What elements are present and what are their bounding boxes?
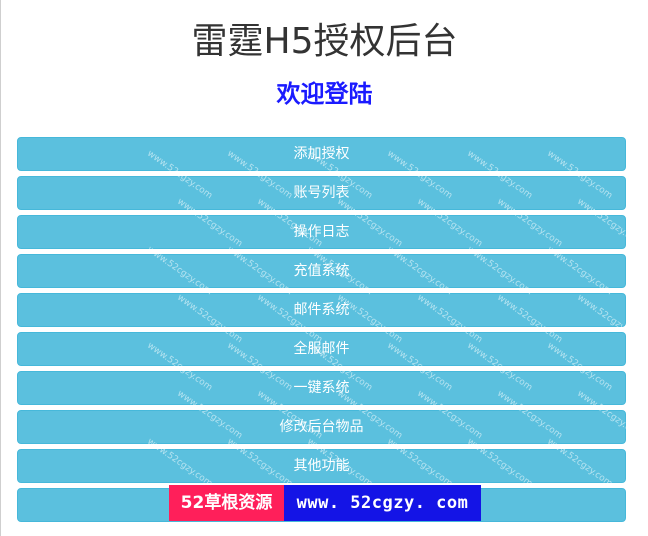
recharge-system-button[interactable]: 充值系统 [17, 254, 626, 288]
banner-url-text: www. 52cgzy. com [284, 485, 481, 521]
watermark-banner: 52草根资源 www. 52cgzy. com [169, 485, 481, 521]
welcome-subtitle: 欢迎登陆 [276, 80, 373, 108]
account-list-button[interactable]: 账号列表 [17, 176, 626, 210]
operation-log-button[interactable]: 操作日志 [17, 215, 626, 249]
banner-logo-text: 52草根资源 [169, 485, 284, 521]
server-wide-mail-button[interactable]: 全服邮件 [17, 332, 626, 366]
one-click-system-button[interactable]: 一键系统 [17, 371, 626, 405]
menu-list: 添加授权 账号列表 操作日志 充值系统 邮件系统 全服邮件 一键系统 修改后台物… [17, 137, 626, 527]
mail-system-button[interactable]: 邮件系统 [17, 293, 626, 327]
modify-backend-items-button[interactable]: 修改后台物品 [17, 410, 626, 444]
other-functions-button[interactable]: 其他功能 [17, 449, 626, 483]
page: 雷霆H5授权后台 欢迎登陆 添加授权 账号列表 操作日志 充值系统 邮件系统 全… [0, 0, 648, 536]
add-authorization-button[interactable]: 添加授权 [17, 137, 626, 171]
page-title: 雷霆H5授权后台 [191, 21, 458, 62]
